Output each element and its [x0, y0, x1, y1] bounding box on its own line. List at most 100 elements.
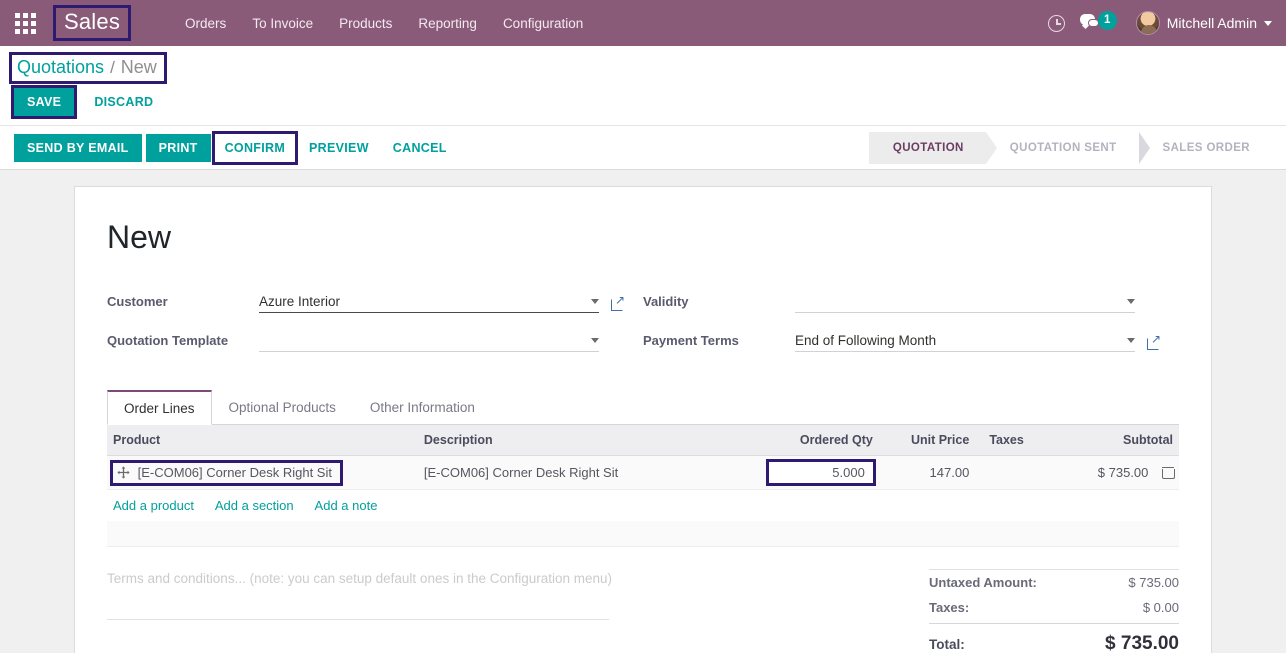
- clock-icon[interactable]: [1040, 6, 1074, 40]
- drag-handle-icon[interactable]: [117, 465, 130, 479]
- notebook-tabs: Order Lines Optional Products Other Info…: [107, 390, 1179, 425]
- avatar: [1135, 11, 1160, 35]
- menu-item-reporting[interactable]: Reporting: [405, 10, 490, 37]
- tab-optional-products[interactable]: Optional Products: [212, 390, 353, 425]
- cell-subtotal: $ 735.00: [1071, 455, 1179, 490]
- payment-terms-value: End of Following Month: [795, 333, 937, 348]
- customer-value: Azure Interior: [259, 294, 341, 309]
- menu-item-products[interactable]: Products: [326, 10, 405, 37]
- menu-item-configuration[interactable]: Configuration: [490, 10, 596, 37]
- chevron-down-icon[interactable]: [1127, 338, 1135, 343]
- chevron-down-icon[interactable]: [591, 299, 599, 304]
- taxes-value: $ 0.00: [1142, 600, 1179, 615]
- col-unit-price: Unit Price: [878, 425, 976, 456]
- status-quotation[interactable]: QUOTATION: [868, 131, 998, 164]
- col-ordered-qty: Ordered Qty: [750, 425, 879, 456]
- form-fields: Customer Azure Interior Quotation Templa…: [107, 286, 1179, 364]
- order-lines-body: [E-COM06] Corner Desk Right Sit [E-COM06…: [107, 455, 1179, 521]
- table-row[interactable]: [E-COM06] Corner Desk Right Sit [E-COM06…: [107, 455, 1179, 490]
- col-taxes: Taxes: [975, 425, 1072, 456]
- col-subtotal: Subtotal: [1071, 425, 1179, 456]
- action-bar: SEND BY EMAIL PRINT CONFIRM PREVIEW CANC…: [0, 126, 1286, 170]
- totals-section: Untaxed Amount: $ 735.00 Taxes: $ 0.00 T…: [929, 569, 1179, 653]
- customer-input[interactable]: Azure Interior: [259, 294, 599, 313]
- product-cell-highlight[interactable]: [E-COM06] Corner Desk Right Sit: [110, 459, 343, 486]
- terms-section[interactable]: Terms and conditions... (note: you can s…: [107, 569, 664, 653]
- save-button[interactable]: SAVE: [10, 85, 78, 119]
- status-sales-order-label: SALES ORDER: [1162, 141, 1250, 154]
- cell-taxes[interactable]: [975, 455, 1072, 490]
- user-menu[interactable]: Mitchell Admin: [1128, 11, 1272, 35]
- action-buttons: SEND BY EMAIL PRINT CONFIRM PREVIEW CANC…: [14, 130, 457, 165]
- tab-other-information[interactable]: Other Information: [353, 390, 492, 425]
- cell-description[interactable]: [E-COM06] Corner Desk Right Sit: [417, 455, 751, 490]
- total-value: $ 735.00: [1105, 633, 1179, 653]
- cancel-button[interactable]: CANCEL: [383, 134, 457, 162]
- chevron-down-icon[interactable]: [591, 338, 599, 343]
- breadcrumb-current: New: [120, 57, 157, 77]
- tab-order-lines[interactable]: Order Lines: [107, 390, 212, 425]
- status-quotation-sent[interactable]: QUOTATION SENT: [986, 131, 1151, 164]
- preview-button[interactable]: PREVIEW: [299, 134, 379, 162]
- total-label: Total:: [929, 636, 965, 652]
- status-bar: QUOTATION QUOTATION SENT SALES ORDER: [868, 131, 1286, 164]
- add-a-product-link[interactable]: Add a product: [113, 498, 194, 513]
- cell-product[interactable]: [E-COM06] Corner Desk Right Sit: [107, 455, 418, 490]
- add-a-note-link[interactable]: Add a note: [315, 498, 378, 513]
- subtotal-value: $ 735.00: [1097, 465, 1149, 480]
- confirm-button[interactable]: CONFIRM: [211, 130, 299, 165]
- field-payment-terms-label: Payment Terms: [643, 333, 739, 348]
- apps-grid-icon[interactable]: [8, 6, 42, 40]
- col-description: Description: [417, 425, 751, 456]
- print-button[interactable]: PRINT: [145, 133, 211, 162]
- ordered-qty-input[interactable]: 5.000: [765, 459, 876, 486]
- user-name-label: Mitchell Admin: [1166, 15, 1257, 31]
- chat-bubble-icon[interactable]: 1: [1078, 6, 1124, 40]
- status-quotation-sent-label: QUOTATION SENT: [1009, 141, 1117, 154]
- status-quotation-label: QUOTATION: [892, 141, 964, 154]
- top-navbar: Sales Orders To Invoice Products Reporti…: [0, 0, 1286, 46]
- untaxed-amount-value: $ 735.00: [1128, 575, 1179, 590]
- internal-link-icon[interactable]: [611, 294, 625, 311]
- breadcrumb-row: Quotations / New: [0, 46, 1286, 85]
- send-by-email-button[interactable]: SEND BY EMAIL: [14, 133, 142, 162]
- form-column-left: Customer Azure Interior Quotation Templa…: [107, 286, 643, 364]
- untaxed-amount-row: Untaxed Amount: $ 735.00: [929, 570, 1179, 595]
- main-menu: Orders To Invoice Products Reporting Con…: [172, 10, 596, 37]
- discard-button[interactable]: DISCARD: [84, 88, 163, 116]
- control-panel: Quotations / New SAVE DISCARD: [0, 46, 1286, 126]
- app-brand-sales[interactable]: Sales: [52, 4, 132, 42]
- terms-underline: [107, 619, 609, 620]
- cell-unit-price[interactable]: 147.00: [878, 455, 976, 490]
- col-product: Product: [107, 425, 418, 456]
- validity-input[interactable]: [795, 299, 1135, 313]
- cell-ordered-qty[interactable]: 5.000: [750, 455, 879, 490]
- payment-terms-input[interactable]: End of Following Month: [795, 333, 1135, 352]
- table-header-row: Product Description Ordered Qty Unit Pri…: [107, 425, 1179, 456]
- internal-link-icon[interactable]: [1147, 333, 1161, 350]
- form-column-right: Validity Payment Terms End of Following …: [643, 286, 1179, 364]
- add-a-section-link[interactable]: Add a section: [215, 498, 294, 513]
- field-payment-terms: Payment Terms End of Following Month: [643, 325, 1179, 352]
- field-quotation-template: Quotation Template: [107, 325, 643, 352]
- add-links-row: Add a product Add a section Add a note: [107, 489, 1179, 521]
- form-sheet: New Customer Azure Interior Quotation Te…: [74, 186, 1212, 653]
- add-links-cell: Add a product Add a section Add a note: [107, 489, 1179, 521]
- status-sales-order[interactable]: SALES ORDER: [1139, 132, 1272, 164]
- sheet-container: New Customer Azure Interior Quotation Te…: [0, 170, 1286, 653]
- chat-badge-count: 1: [1097, 11, 1117, 30]
- menu-item-orders[interactable]: Orders: [172, 10, 239, 37]
- taxes-label: Taxes:: [929, 600, 970, 615]
- field-validity-label: Validity: [643, 294, 689, 309]
- quotation-template-input[interactable]: [259, 338, 599, 352]
- page-title: New: [107, 219, 172, 255]
- product-value: [E-COM06] Corner Desk Right Sit: [137, 464, 332, 480]
- total-row: Total: $ 735.00: [929, 623, 1179, 653]
- menu-item-to-invoice[interactable]: To Invoice: [239, 10, 326, 37]
- chevron-down-icon[interactable]: [1127, 299, 1135, 304]
- delete-row-icon[interactable]: [1161, 466, 1175, 479]
- breadcrumb-separator: /: [110, 57, 115, 77]
- navbar-right: 1 Mitchell Admin: [1040, 6, 1272, 40]
- untaxed-amount-label: Untaxed Amount:: [929, 575, 1037, 590]
- breadcrumb-quotations[interactable]: Quotations: [17, 57, 104, 78]
